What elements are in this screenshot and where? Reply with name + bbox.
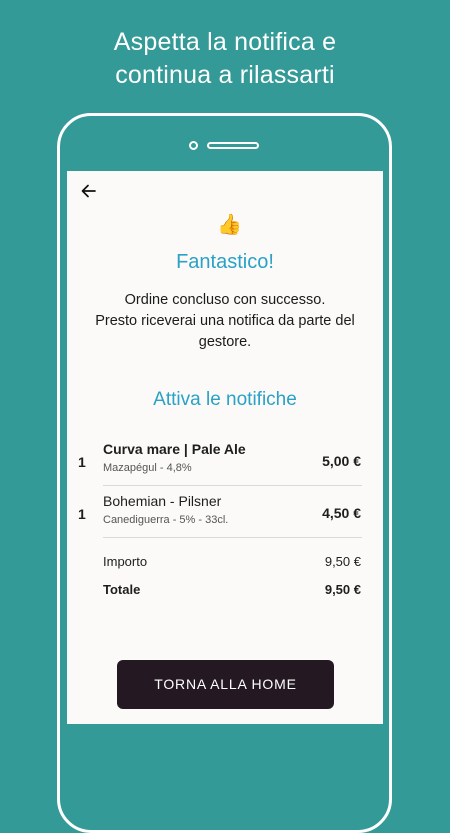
arrow-left-icon bbox=[81, 184, 96, 198]
message-line-1: Ordine concluso con successo. bbox=[124, 292, 326, 308]
phone-speaker bbox=[207, 142, 259, 149]
item-name: Curva mare | Pale Ale bbox=[103, 441, 246, 457]
success-title: Fantastico! bbox=[176, 251, 274, 273]
item-divider bbox=[103, 485, 362, 486]
phone-screen: 👍 Fantastico! Ordine concluso con succes… bbox=[67, 171, 383, 724]
back-to-home-button[interactable]: TORNA ALLA HOME bbox=[117, 660, 334, 709]
item-price: 5,00 € bbox=[322, 453, 361, 469]
order-item: 1 Bohemian - Pilsner Canediguerra - 5% -… bbox=[67, 488, 383, 540]
enable-notifications-link[interactable]: Attiva le notifiche bbox=[67, 389, 383, 411]
success-message: Ordine concluso con successo. Presto ric… bbox=[67, 290, 383, 353]
headline-line-2: continua a rilassarti bbox=[115, 61, 335, 89]
item-quantity: 1 bbox=[78, 506, 86, 522]
total-label: Totale bbox=[103, 582, 141, 597]
total-value: 9,50 € bbox=[324, 582, 361, 597]
total-row: Totale 9,50 € bbox=[67, 582, 383, 602]
item-details: Mazapégul - 4,8% bbox=[103, 462, 192, 474]
back-button[interactable] bbox=[79, 181, 99, 201]
summary-divider bbox=[103, 537, 362, 538]
item-price: 4,50 € bbox=[322, 505, 361, 521]
item-name: Bohemian - Pilsner bbox=[103, 493, 222, 509]
amount-label: Importo bbox=[103, 554, 148, 569]
headline: Aspetta la notifica e continua a rilassa… bbox=[0, 26, 450, 92]
thumbs-up-icon: 👍 bbox=[217, 214, 242, 236]
phone-camera bbox=[189, 141, 198, 150]
message-line-3: gestore. bbox=[198, 334, 252, 350]
order-item: 1 Curva mare | Pale Ale Mazapégul - 4,8%… bbox=[67, 436, 383, 488]
item-details: Canediguerra - 5% - 33cl. bbox=[103, 514, 229, 526]
item-quantity: 1 bbox=[78, 454, 86, 470]
amount-value: 9,50 € bbox=[324, 554, 361, 569]
message-line-2: Presto riceverai una notifica da parte d… bbox=[95, 313, 355, 329]
amount-row: Importo 9,50 € bbox=[67, 554, 383, 574]
headline-line-1: Aspetta la notifica e bbox=[113, 28, 337, 56]
